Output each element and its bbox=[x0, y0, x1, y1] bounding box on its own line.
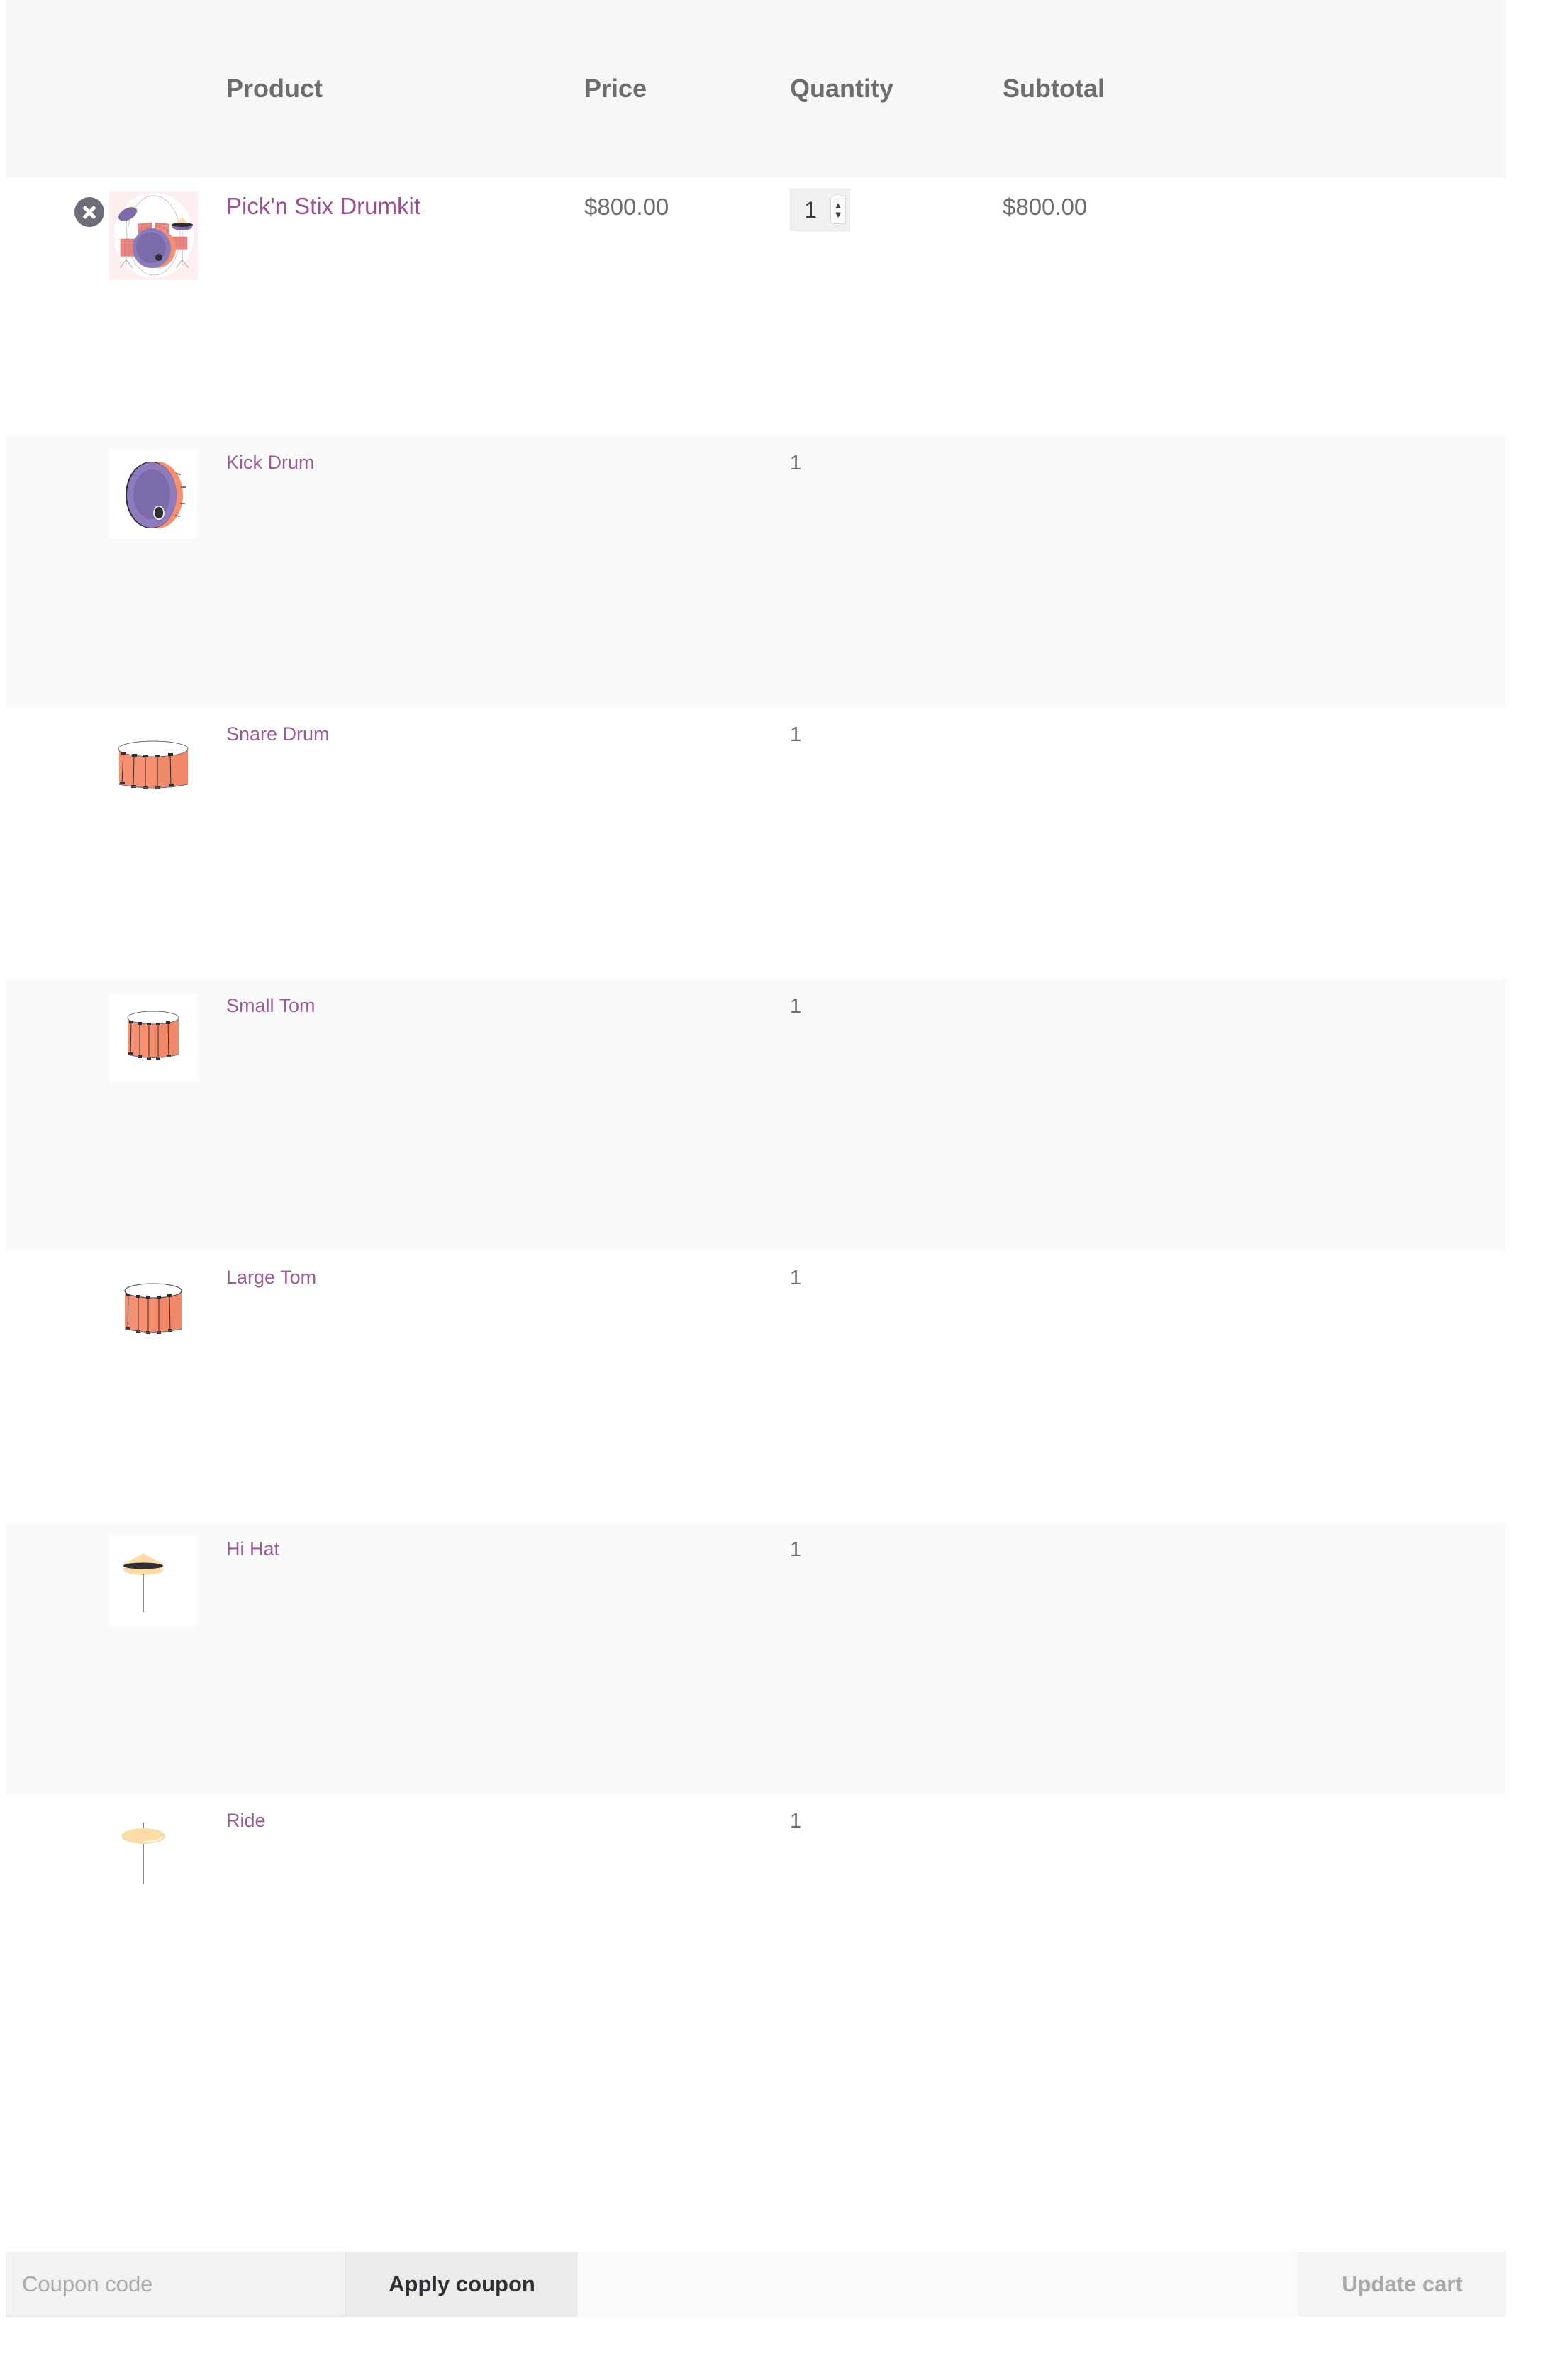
cell-product-name: Large Tom bbox=[226, 1251, 584, 1523]
cell-remove bbox=[6, 708, 109, 979]
actions-spacer bbox=[578, 2252, 1298, 2317]
cell-quantity: 1 bbox=[790, 1251, 1003, 1523]
column-header-product: Product bbox=[226, 0, 584, 177]
cell-subtotal bbox=[1003, 436, 1506, 708]
cell-price bbox=[584, 436, 790, 708]
quantity-value: 1 bbox=[790, 452, 802, 474]
cart-table-wrapper: Product Price Quantity Subtotal Pick'n S… bbox=[6, 0, 1506, 2066]
cart-table-header: Product Price Quantity Subtotal bbox=[6, 0, 1506, 177]
drumkit-thumbnail[interactable] bbox=[109, 191, 198, 280]
quantity-spinner-buttons[interactable]: ▲ ▼ bbox=[830, 196, 846, 224]
column-header-remove bbox=[6, 0, 109, 177]
table-row: Kick Drum 1 bbox=[6, 436, 1506, 708]
cell-quantity: 1 bbox=[790, 436, 1003, 708]
kick-drum-thumbnail[interactable] bbox=[109, 450, 198, 539]
cell-subtotal: $800.00 bbox=[1003, 177, 1506, 436]
product-link[interactable]: Small Tom bbox=[226, 995, 316, 1017]
cell-thumbnail bbox=[109, 1794, 226, 2066]
product-link[interactable]: Kick Drum bbox=[226, 452, 315, 474]
cell-subtotal bbox=[1003, 1251, 1506, 1523]
product-subtotal: $800.00 bbox=[1003, 194, 1088, 220]
cell-price: $800.00 bbox=[584, 177, 790, 436]
ride-cymbal-thumbnail[interactable] bbox=[109, 1808, 198, 1897]
column-header-subtotal: Subtotal bbox=[1003, 0, 1506, 177]
table-row: Snare Drum 1 bbox=[6, 708, 1506, 979]
cell-subtotal bbox=[1003, 979, 1506, 1251]
quantity-stepper[interactable]: ▲ ▼ bbox=[790, 189, 850, 231]
product-link[interactable]: Large Tom bbox=[226, 1267, 316, 1289]
cell-remove bbox=[6, 979, 109, 1251]
column-header-quantity: Quantity bbox=[790, 0, 1003, 177]
cell-subtotal bbox=[1003, 708, 1506, 979]
cart-actions-bar: Apply coupon Update cart bbox=[6, 2252, 1506, 2317]
table-row: Small Tom 1 bbox=[6, 979, 1506, 1251]
cell-quantity: 1 bbox=[790, 708, 1003, 979]
shop-cart-table: Product Price Quantity Subtotal Pick'n S… bbox=[6, 0, 1506, 2066]
cell-thumbnail bbox=[109, 1251, 226, 1523]
cell-price bbox=[584, 1523, 790, 1794]
cell-thumbnail bbox=[109, 436, 226, 708]
cell-product-name: Pick'n Stix Drumkit bbox=[226, 177, 584, 436]
small-tom-thumbnail[interactable] bbox=[109, 994, 198, 1082]
product-link[interactable]: Hi Hat bbox=[226, 1538, 279, 1560]
quantity-input[interactable] bbox=[791, 190, 830, 230]
table-row: Large Tom 1 bbox=[6, 1251, 1506, 1523]
cell-price bbox=[584, 708, 790, 979]
product-link[interactable]: Pick'n Stix Drumkit bbox=[226, 193, 420, 220]
table-row: Pick'n Stix Drumkit $800.00 ▲ ▼ $800. bbox=[6, 177, 1506, 436]
quantity-value: 1 bbox=[790, 723, 802, 746]
cell-price bbox=[584, 1251, 790, 1523]
cell-remove bbox=[6, 177, 109, 436]
table-row: Hi Hat 1 bbox=[6, 1523, 1506, 1794]
column-header-price: Price bbox=[584, 0, 790, 177]
cell-thumbnail bbox=[109, 708, 226, 979]
header-row: Product Price Quantity Subtotal bbox=[6, 0, 1506, 177]
cell-product-name: Kick Drum bbox=[226, 436, 584, 708]
apply-coupon-button[interactable]: Apply coupon bbox=[346, 2252, 578, 2317]
chevron-down-icon[interactable]: ▼ bbox=[834, 210, 843, 219]
quantity-value: 1 bbox=[790, 995, 802, 1018]
cell-remove bbox=[6, 1251, 109, 1523]
cell-product-name: Small Tom bbox=[226, 979, 584, 1251]
hi-hat-thumbnail[interactable] bbox=[109, 1537, 198, 1625]
cell-thumbnail bbox=[109, 177, 226, 436]
cell-remove bbox=[6, 436, 109, 708]
product-link[interactable]: Ride bbox=[226, 1810, 266, 1832]
product-price: $800.00 bbox=[584, 194, 669, 220]
cell-thumbnail bbox=[109, 1523, 226, 1794]
cell-quantity: 1 bbox=[790, 979, 1003, 1251]
cell-remove bbox=[6, 1794, 109, 2066]
cell-quantity: 1 bbox=[790, 1523, 1003, 1794]
cell-product-name: Ride bbox=[226, 1794, 584, 2066]
quantity-value: 1 bbox=[790, 1538, 802, 1561]
table-row: Ride 1 bbox=[6, 1794, 1506, 2066]
cell-subtotal bbox=[1003, 1523, 1506, 1794]
cell-price bbox=[584, 979, 790, 1251]
cell-quantity: 1 bbox=[790, 1794, 1003, 2066]
quantity-value: 1 bbox=[790, 1810, 802, 1833]
quantity-value: 1 bbox=[790, 1267, 802, 1289]
coupon-code-input[interactable] bbox=[6, 2252, 346, 2317]
cell-thumbnail bbox=[109, 979, 226, 1251]
update-cart-button[interactable]: Update cart bbox=[1298, 2252, 1506, 2317]
product-link[interactable]: Snare Drum bbox=[226, 723, 330, 745]
cell-subtotal bbox=[1003, 1794, 1506, 2066]
snare-drum-thumbnail[interactable] bbox=[109, 722, 198, 811]
cell-product-name: Hi Hat bbox=[226, 1523, 584, 1794]
remove-item-icon[interactable] bbox=[74, 197, 104, 227]
large-tom-thumbnail[interactable] bbox=[109, 1265, 198, 1354]
cell-product-name: Snare Drum bbox=[226, 708, 584, 979]
cell-price bbox=[584, 1794, 790, 2066]
cell-remove bbox=[6, 1523, 109, 1794]
column-header-thumbnail bbox=[109, 0, 226, 177]
cart-table-body: Pick'n Stix Drumkit $800.00 ▲ ▼ $800. bbox=[6, 177, 1506, 2066]
cell-quantity: ▲ ▼ bbox=[790, 177, 1003, 436]
